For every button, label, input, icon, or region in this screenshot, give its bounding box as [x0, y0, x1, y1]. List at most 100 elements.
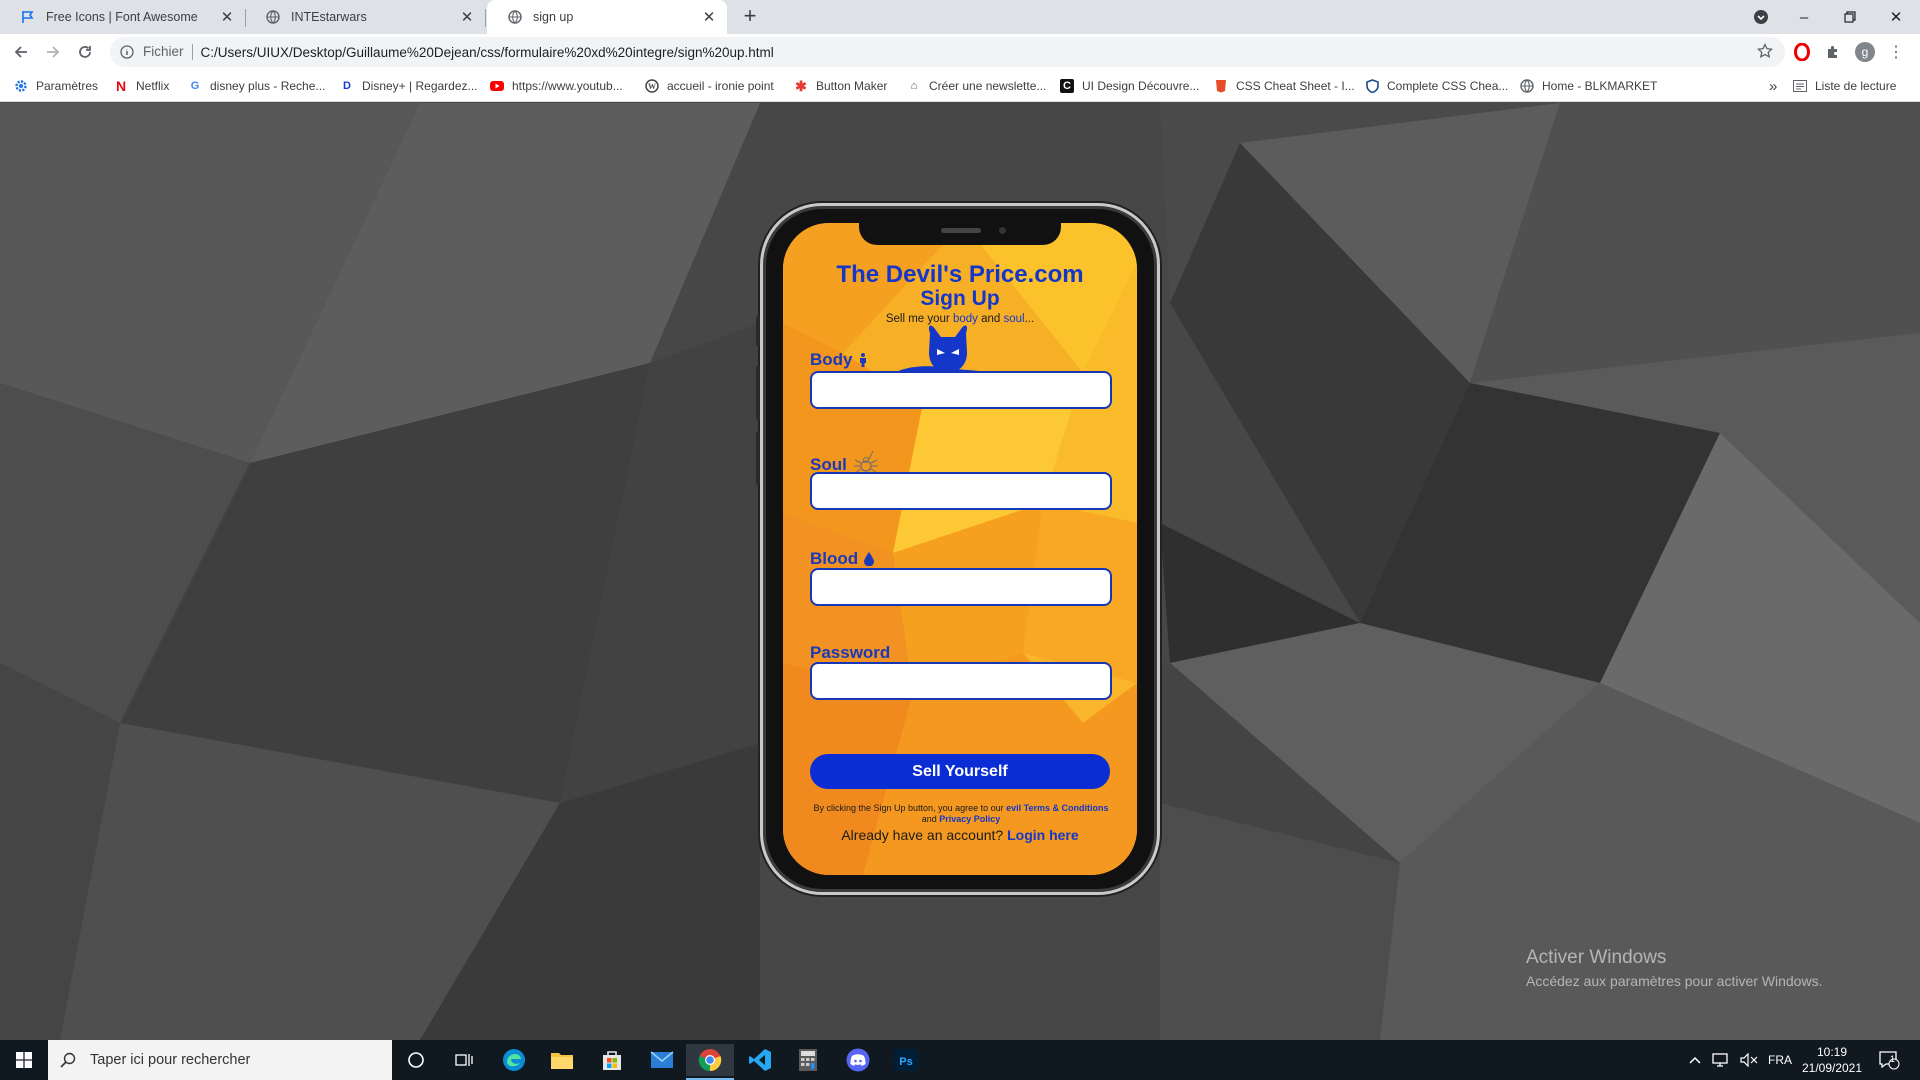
mail-taskbar-icon[interactable] [638, 1044, 686, 1076]
menu-kebab-icon[interactable]: ⋮ [1886, 42, 1906, 62]
bookmark-blkmarket[interactable]: Home - BLKMARKET [1520, 77, 1657, 95]
bookmark-disney-plus[interactable]: D Disney+ | Regardez... [340, 77, 478, 95]
sell-yourself-button[interactable]: Sell Yourself [810, 754, 1110, 789]
chrome-taskbar-icon[interactable] [686, 1044, 734, 1080]
volume-muted-icon[interactable] [1740, 1040, 1758, 1080]
tab-title: Free Icons | Font Awesome [46, 10, 198, 24]
svg-text:W: W [648, 82, 656, 91]
bookmark-ironie-point[interactable]: W accueil - ironie point [645, 77, 774, 95]
bookmark-ui-design[interactable]: C UI Design Découvre... [1060, 77, 1199, 95]
youtube-icon [490, 79, 504, 93]
bookmark-parametres[interactable]: Paramètres [14, 77, 98, 95]
close-window-button[interactable]: ✕ [1873, 0, 1919, 34]
c-icon: C [1060, 79, 1074, 93]
globe-icon [265, 9, 281, 25]
bookmark-css-cheat-sheet[interactable]: CSS Cheat Sheet - I... [1214, 77, 1355, 95]
signup-form: The Devil's Price.com Sign Up Sell me yo… [783, 223, 1137, 875]
show-hidden-icons-button[interactable] [1688, 1040, 1702, 1080]
search-placeholder: Taper ici pour rechercher [90, 1052, 251, 1068]
css-icon [1214, 79, 1228, 93]
network-icon[interactable] [1711, 1040, 1729, 1080]
blood-drop-icon [864, 552, 875, 566]
windows-taskbar: Taper ici pour rechercher Ps FRA 10:19 2… [0, 1040, 1920, 1080]
opera-extension-icon[interactable] [1792, 42, 1812, 62]
photoshop-taskbar-icon[interactable]: Ps [882, 1044, 930, 1076]
font-awesome-flag-icon [20, 9, 36, 25]
login-link[interactable]: Login here [1007, 827, 1079, 843]
disney-icon: D [343, 80, 351, 92]
newsletter-icon: ⌂ [910, 80, 918, 92]
calculator-taskbar-icon[interactable] [784, 1044, 832, 1076]
bookmark-disney-search[interactable]: G disney plus - Reche... [188, 77, 326, 95]
shield-icon [1365, 79, 1379, 93]
bookmark-star-icon[interactable] [1756, 42, 1774, 62]
bookmark-button-maker[interactable]: ✱ Button Maker [794, 77, 887, 95]
tab-sign-up[interactable]: sign up ✕ [487, 0, 727, 34]
close-tab-icon[interactable]: ✕ [699, 7, 719, 27]
restore-button[interactable] [1827, 0, 1873, 34]
vscode-taskbar-icon[interactable] [736, 1044, 784, 1076]
search-icon [60, 1052, 80, 1068]
close-tab-icon[interactable]: ✕ [457, 7, 477, 27]
info-icon[interactable] [119, 44, 135, 60]
language-indicator[interactable]: FRA [1768, 1040, 1792, 1080]
login-prompt: Already have an account? Login here [841, 827, 1079, 843]
task-view-icon [455, 1054, 473, 1066]
task-view-button[interactable] [440, 1044, 488, 1076]
person-icon [859, 353, 867, 367]
extensions-puzzle-icon[interactable] [1823, 42, 1843, 62]
terms-link[interactable]: evil Terms & Conditions [1006, 803, 1108, 813]
chevron-down-circle-icon [1754, 10, 1768, 24]
taskbar-search-box[interactable]: Taper ici pour rechercher [48, 1040, 392, 1080]
back-button[interactable] [8, 39, 34, 65]
bookmarks-bar: Paramètres N Netflix G disney plus - Rec… [0, 70, 1920, 102]
tab-title: INTEstarwars [291, 10, 367, 24]
password-input[interactable] [810, 662, 1112, 700]
address-bar[interactable]: Fichier C:/Users/UIUX/Desktop/Guillaume%… [110, 37, 1785, 67]
profile-avatar[interactable]: g [1855, 42, 1875, 62]
body-label: Body [810, 350, 867, 370]
arrow-right-icon [47, 46, 60, 58]
notification-icon [1879, 1051, 1900, 1070]
button-maker-icon: ✱ [795, 77, 807, 94]
clock[interactable]: 10:19 21/09/2021 [1800, 1040, 1864, 1080]
new-tab-button[interactable]: + [738, 5, 762, 29]
minimize-button[interactable]: – [1781, 0, 1827, 34]
discord-taskbar-icon[interactable] [834, 1044, 882, 1076]
tab-search-button[interactable] [1738, 0, 1784, 34]
blood-input[interactable] [810, 568, 1112, 606]
file-explorer-taskbar-icon[interactable] [538, 1044, 586, 1076]
phone-volume-up [756, 366, 760, 420]
bookmark-netflix[interactable]: N Netflix [114, 77, 169, 95]
phone-notch [859, 223, 1061, 245]
close-tab-icon[interactable]: ✕ [217, 7, 237, 27]
url-text[interactable]: C:/Users/UIUX/Desktop/Guillaume%20Dejean… [201, 45, 774, 60]
edge-taskbar-icon[interactable] [490, 1044, 538, 1076]
soul-input[interactable] [810, 472, 1112, 510]
windows-logo-icon [16, 1052, 32, 1068]
google-icon: G [190, 80, 200, 92]
phone-mockup: The Devil's Price.com Sign Up Sell me yo… [756, 203, 1160, 895]
bookmark-newsletter[interactable]: ⌂ Créer une newslette... [907, 77, 1047, 95]
page-title: Sign Up [920, 287, 1000, 310]
phone-screen: The Devil's Price.com Sign Up Sell me yo… [783, 223, 1137, 875]
reload-button[interactable] [72, 39, 98, 65]
notification-center-button[interactable]: 1 [1878, 1040, 1900, 1080]
clock-time: 10:19 [1816, 1045, 1848, 1059]
arrow-left-icon [14, 46, 27, 58]
browser-tab-strip: Free Icons | Font Awesome ✕ INTEstarwars… [0, 0, 1920, 34]
bookmark-youtube[interactable]: https://www.youtub... [490, 77, 623, 95]
tab-intestarwars[interactable]: INTEstarwars ✕ [245, 0, 486, 34]
bookmark-complete-css[interactable]: Complete CSS Chea... [1365, 77, 1508, 95]
privacy-link[interactable]: Privacy Policy [939, 814, 1000, 824]
blood-label: Blood [810, 549, 875, 569]
body-input[interactable] [810, 371, 1112, 409]
forward-button[interactable] [40, 39, 66, 65]
more-bookmarks-button[interactable]: » [1769, 77, 1777, 95]
reading-list-button[interactable]: Liste de lecture [1793, 77, 1896, 95]
store-taskbar-icon[interactable] [588, 1044, 636, 1076]
start-button[interactable] [0, 1044, 48, 1076]
cortana-button[interactable] [392, 1044, 440, 1076]
tab-font-awesome[interactable]: Free Icons | Font Awesome ✕ [0, 0, 246, 34]
reload-icon [79, 46, 91, 58]
